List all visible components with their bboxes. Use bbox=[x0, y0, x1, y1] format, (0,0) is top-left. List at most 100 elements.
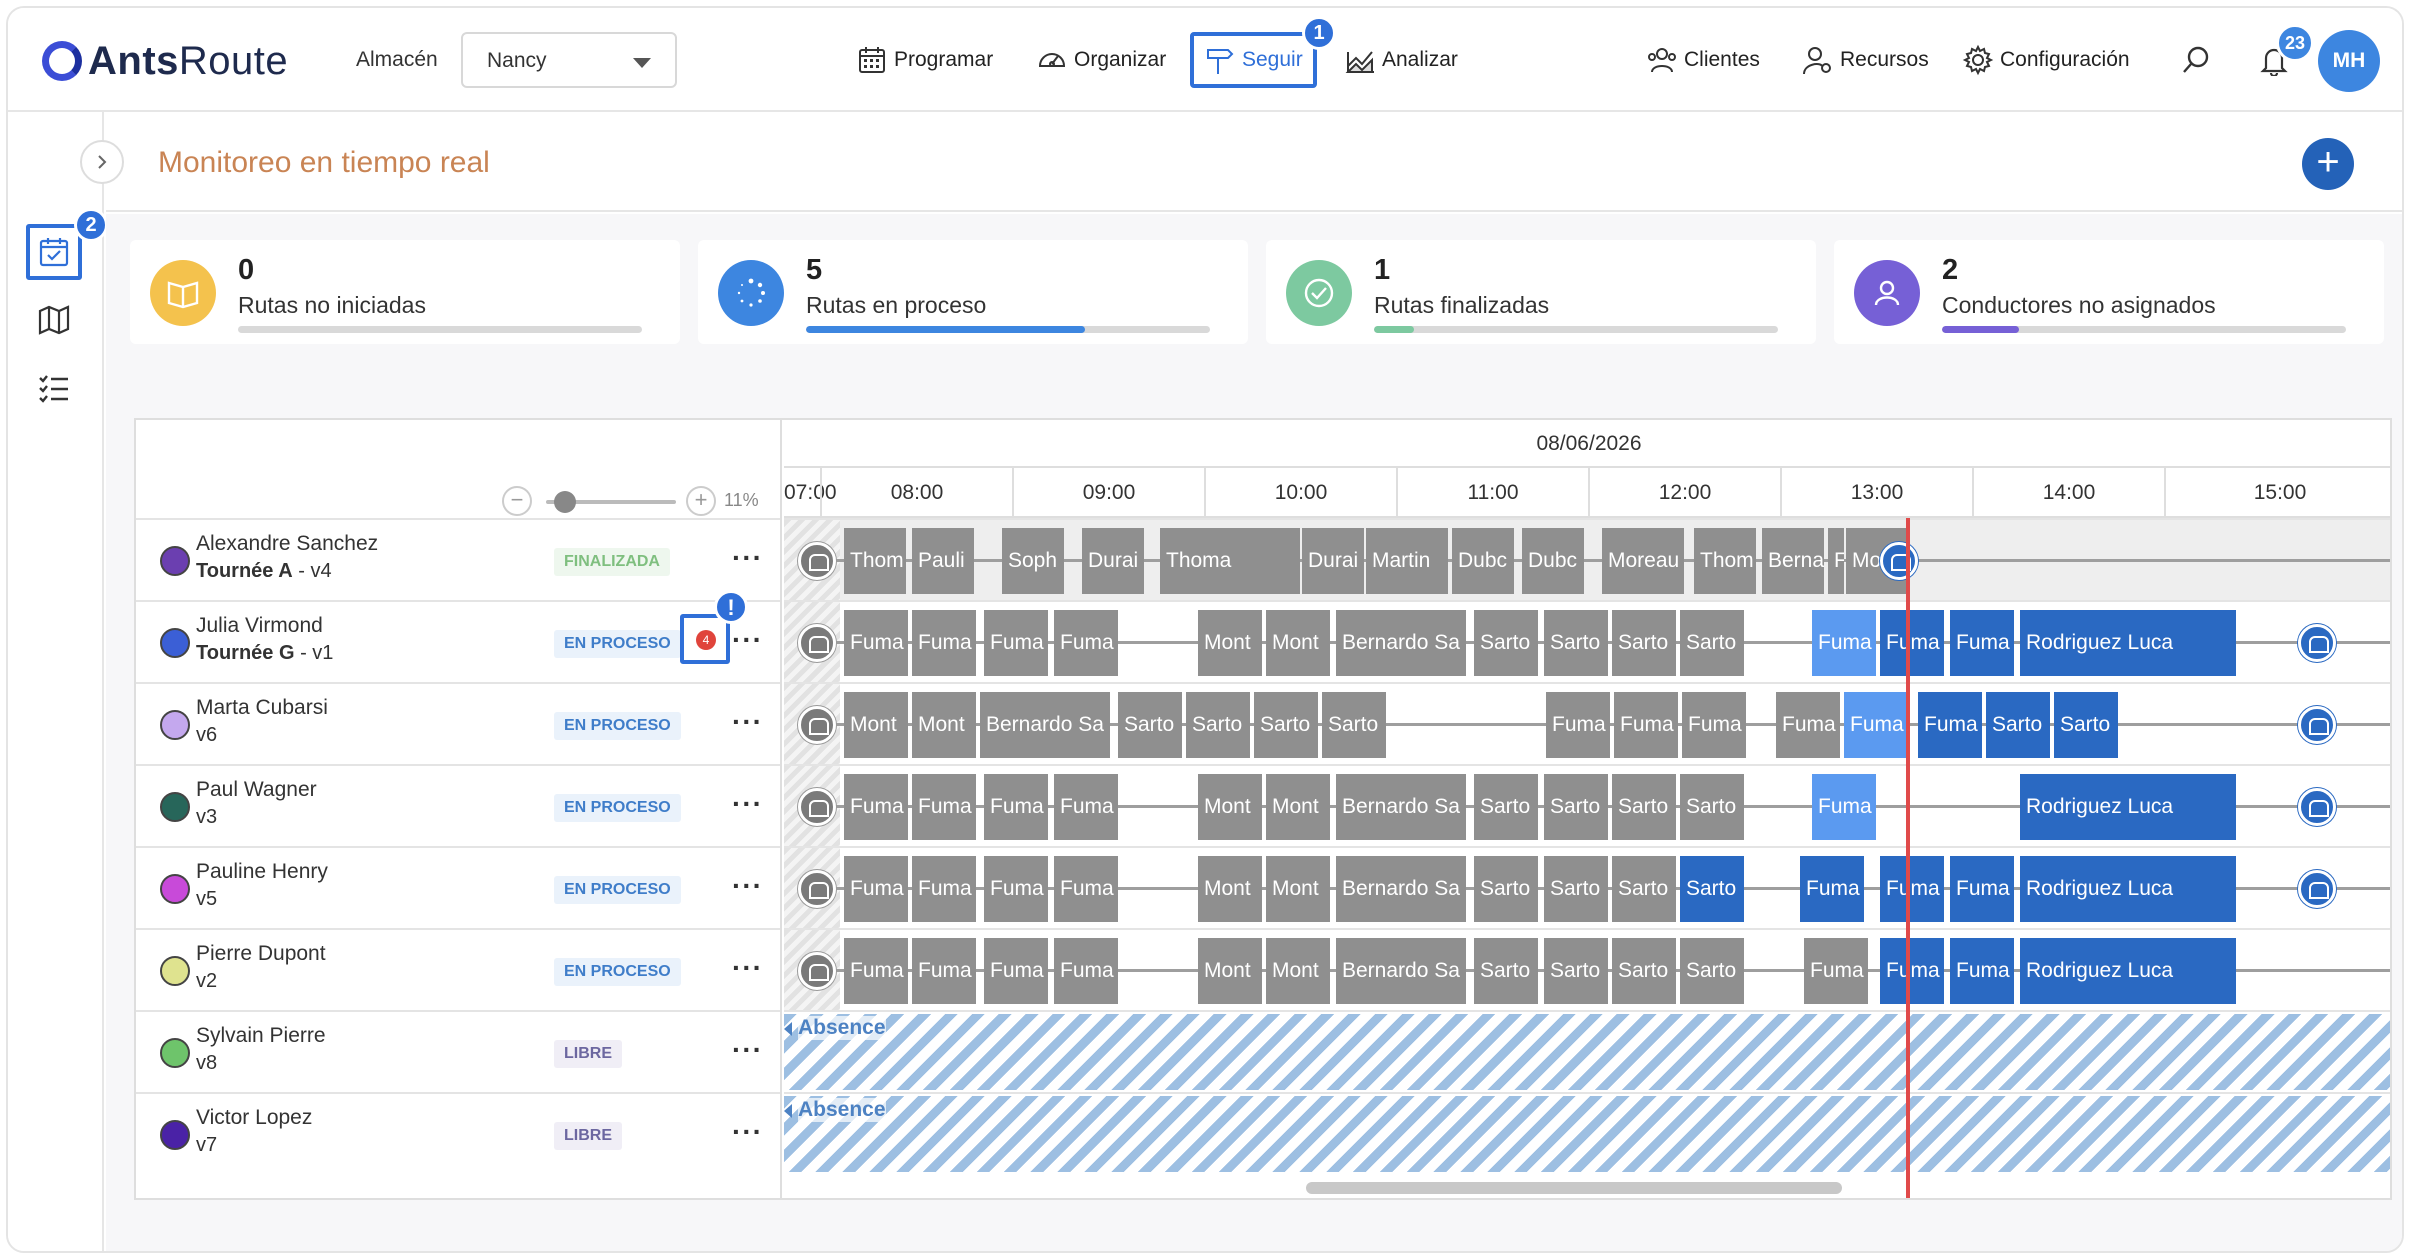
stop-block[interactable]: Sarto bbox=[2054, 692, 2118, 758]
stop-block[interactable]: Mont bbox=[1266, 610, 1330, 676]
zoom-slider-handle[interactable] bbox=[554, 491, 576, 513]
row-menu-button[interactable]: ··· bbox=[732, 788, 763, 820]
sidebar-checklist[interactable] bbox=[26, 360, 82, 416]
depot-end-icon[interactable] bbox=[2298, 788, 2336, 826]
stop-block[interactable]: Fuma bbox=[984, 938, 1048, 1004]
stop-block[interactable]: Rodriguez Luca bbox=[2020, 774, 2236, 840]
driver-row[interactable]: Paul Wagner v3 EN PROCESO ··· bbox=[136, 764, 780, 846]
stop-block[interactable]: Bernardo Sa bbox=[1336, 938, 1466, 1004]
stop-block[interactable]: Fuma bbox=[912, 938, 976, 1004]
stop-block[interactable]: Fuma bbox=[1950, 610, 2014, 676]
stop-block[interactable]: Dubc bbox=[1452, 528, 1514, 594]
stop-block[interactable]: Sarto bbox=[1680, 938, 1744, 1004]
absence-block[interactable]: Absence bbox=[784, 1096, 2390, 1172]
row-menu-button[interactable]: ··· bbox=[732, 1116, 763, 1148]
row-menu-button[interactable]: ··· bbox=[732, 624, 763, 656]
warehouse-select[interactable]: Nancy bbox=[461, 32, 677, 88]
stop-block[interactable]: Fuma bbox=[1880, 856, 1944, 922]
stop-block[interactable]: Thom bbox=[844, 528, 906, 594]
stop-block[interactable]: Bernar bbox=[1762, 528, 1824, 594]
stop-block[interactable]: Fuma bbox=[1950, 856, 2014, 922]
add-button[interactable]: + bbox=[2302, 138, 2354, 190]
stop-block[interactable]: Mont bbox=[1198, 774, 1262, 840]
driver-row[interactable]: Sylvain Pierre v8 LIBRE ··· bbox=[136, 1010, 780, 1092]
stop-block[interactable]: Sarto bbox=[1322, 692, 1386, 758]
stop-block[interactable]: Fuma bbox=[1950, 938, 2014, 1004]
stop-block[interactable]: Rodriguez Luca bbox=[2020, 610, 2236, 676]
stop-block[interactable]: Sarto bbox=[1474, 938, 1538, 1004]
expand-sidebar-button[interactable] bbox=[80, 140, 124, 184]
row-menu-button[interactable]: ··· bbox=[732, 1034, 763, 1066]
depot-icon[interactable] bbox=[798, 706, 836, 744]
stop-block[interactable]: Mont bbox=[1266, 774, 1330, 840]
stop-block[interactable]: Dubc bbox=[1522, 528, 1584, 594]
depot-end-icon[interactable] bbox=[2298, 870, 2336, 908]
stop-block[interactable]: Mont bbox=[1198, 610, 1262, 676]
row-menu-button[interactable]: ··· bbox=[732, 952, 763, 984]
stop-block[interactable]: Fuma bbox=[1776, 692, 1840, 758]
depot-end-icon[interactable] bbox=[2298, 706, 2336, 744]
depot-end-icon[interactable] bbox=[2298, 624, 2336, 662]
stop-block[interactable]: Fuma bbox=[1054, 610, 1118, 676]
avatar[interactable]: MH bbox=[2318, 30, 2380, 92]
stop-block[interactable]: Bernardo Sa bbox=[980, 692, 1110, 758]
nav-analizar[interactable]: Analizar bbox=[1344, 32, 1458, 88]
driver-row[interactable]: Pauline Henry v5 EN PROCESO ··· bbox=[136, 846, 780, 928]
stop-block[interactable]: Mont bbox=[1266, 938, 1330, 1004]
stop-block[interactable]: Fuma bbox=[844, 938, 908, 1004]
stop-block[interactable]: Sarto bbox=[1986, 692, 2050, 758]
stop-block[interactable]: Fuma bbox=[1800, 856, 1864, 922]
stop-block[interactable]: Fuma bbox=[984, 774, 1048, 840]
stop-block[interactable]: Sarto bbox=[1544, 856, 1608, 922]
driver-row[interactable]: Marta Cubarsi v6 EN PROCESO ··· bbox=[136, 682, 780, 764]
stop-block[interactable]: Durai bbox=[1082, 528, 1144, 594]
nav-configuracion[interactable]: Configuración bbox=[1962, 32, 2130, 88]
stop-block[interactable]: Fuma bbox=[1546, 692, 1610, 758]
stop-block[interactable]: Soph bbox=[1002, 528, 1064, 594]
stop-block[interactable]: Fuma bbox=[912, 856, 976, 922]
stop-block[interactable]: Sarto bbox=[1186, 692, 1250, 758]
stop-block[interactable]: Sarto bbox=[1474, 774, 1538, 840]
stop-block[interactable]: Fuma bbox=[1880, 610, 1944, 676]
stop-block[interactable]: Durai bbox=[1302, 528, 1364, 594]
row-menu-button[interactable]: ··· bbox=[732, 870, 763, 902]
driver-row[interactable]: Pierre Dupont v2 EN PROCESO ··· bbox=[136, 928, 780, 1010]
stop-block[interactable]: Sarto bbox=[1474, 610, 1538, 676]
stop-block[interactable]: Sarto bbox=[1254, 692, 1318, 758]
stop-block[interactable]: Mont bbox=[844, 692, 908, 758]
absence-block[interactable]: Absence bbox=[784, 1014, 2390, 1090]
stop-block[interactable]: Fuma bbox=[844, 856, 908, 922]
zoom-out-button[interactable]: − bbox=[502, 486, 532, 516]
logo[interactable]: AntsRoute bbox=[42, 36, 288, 86]
stop-block[interactable]: Mont bbox=[1198, 856, 1262, 922]
stop-block[interactable]: Fuma bbox=[1844, 692, 1908, 758]
stop-block[interactable]: F bbox=[1828, 528, 1844, 594]
driver-row[interactable]: Julia Virmond Tournée G - v1 EN PROCESO ···… bbox=[136, 590, 780, 682]
stop-block[interactable]: Fuma bbox=[1682, 692, 1746, 758]
depot-icon[interactable] bbox=[798, 624, 836, 662]
stop-block[interactable]: Fuma bbox=[1880, 938, 1944, 1004]
sidebar-calendar[interactable] bbox=[26, 224, 82, 280]
depot-icon[interactable] bbox=[798, 870, 836, 908]
row-menu-button[interactable]: ··· bbox=[732, 706, 763, 738]
stop-block[interactable]: Fuma bbox=[1812, 610, 1876, 676]
stop-block[interactable]: Sarto bbox=[1680, 610, 1744, 676]
depot-icon[interactable] bbox=[798, 952, 836, 990]
stop-block[interactable]: Fuma bbox=[844, 610, 908, 676]
stop-block[interactable]: Bernardo Sa bbox=[1336, 610, 1466, 676]
depot-icon[interactable] bbox=[798, 788, 836, 826]
nav-seguir[interactable]: Seguir bbox=[1190, 32, 1317, 88]
stop-block[interactable]: Pauli bbox=[912, 528, 974, 594]
stop-block[interactable]: Sarto bbox=[1680, 774, 1744, 840]
search-button[interactable] bbox=[2180, 32, 2212, 88]
stop-block[interactable]: Fuma bbox=[912, 774, 976, 840]
stop-block[interactable]: Sarto bbox=[1612, 774, 1676, 840]
stop-block[interactable]: Fuma bbox=[1804, 938, 1868, 1004]
stop-block[interactable]: Fuma bbox=[912, 610, 976, 676]
stop-block[interactable]: Martin bbox=[1366, 528, 1448, 594]
stop-block[interactable]: Fuma bbox=[1918, 692, 1982, 758]
stop-block[interactable]: Sarto bbox=[1544, 610, 1608, 676]
stop-block[interactable]: Sarto bbox=[1544, 774, 1608, 840]
stop-block[interactable]: Bernardo Sa bbox=[1336, 774, 1466, 840]
stop-block[interactable]: Mont bbox=[1198, 938, 1262, 1004]
